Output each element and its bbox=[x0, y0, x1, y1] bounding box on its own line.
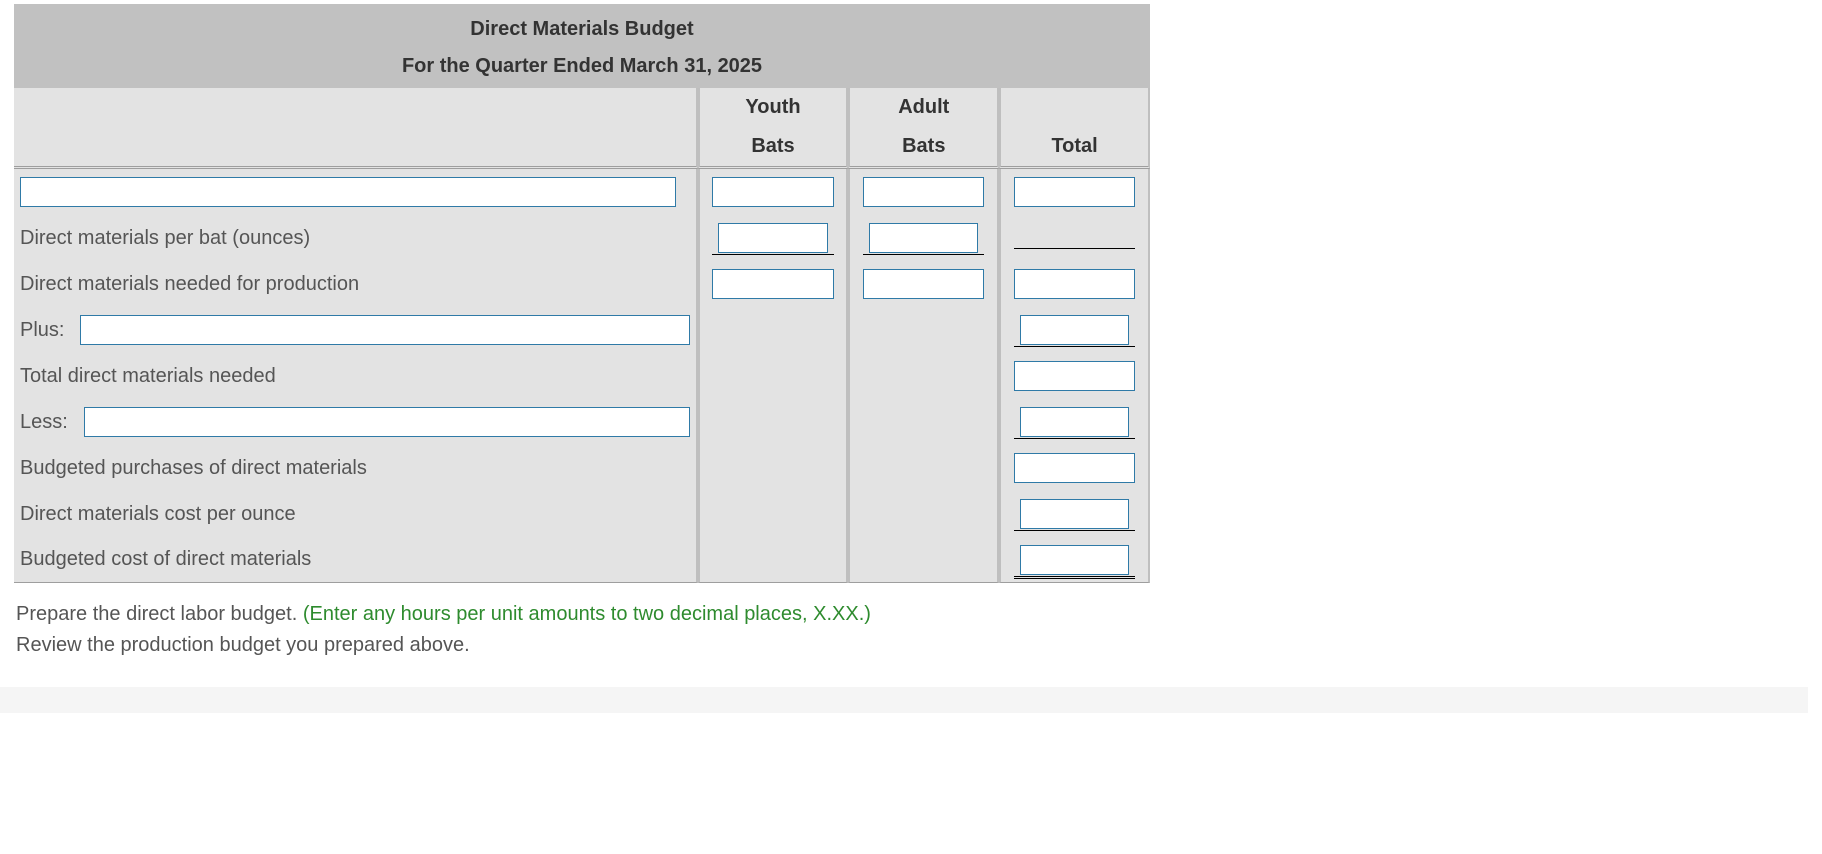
row7-total-input[interactable] bbox=[1014, 453, 1135, 483]
row4-prefix: Plus: bbox=[20, 319, 64, 342]
colhead-adult-2: Bats bbox=[848, 127, 999, 169]
row1-youth-input[interactable] bbox=[712, 177, 833, 207]
colhead-blank bbox=[14, 88, 698, 127]
instructions-block: Prepare the direct labor budget. (Enter … bbox=[14, 603, 1150, 657]
row9-total-input[interactable] bbox=[1020, 545, 1129, 575]
colhead-adult-1: Adult bbox=[848, 88, 999, 127]
row6-total-input[interactable] bbox=[1020, 407, 1129, 437]
row3-adult-input[interactable] bbox=[863, 269, 984, 299]
row1-total-input[interactable] bbox=[1014, 177, 1135, 207]
row8-total-input[interactable] bbox=[1020, 499, 1129, 529]
budget-subtitle: For the Quarter Ended March 31, 2025 bbox=[14, 49, 1150, 88]
footer-bar bbox=[0, 687, 1808, 713]
row7-label: Budgeted purchases of direct materials bbox=[14, 445, 698, 491]
row3-label: Direct materials needed for production bbox=[14, 261, 698, 307]
row9-label: Budgeted cost of direct materials bbox=[14, 537, 698, 583]
instruction-line1-hint: (Enter any hours per unit amounts to two… bbox=[303, 603, 871, 625]
instruction-line2: Review the production budget you prepare… bbox=[16, 634, 1150, 657]
row1-label-input[interactable] bbox=[20, 177, 676, 207]
row6-label-input[interactable] bbox=[84, 407, 690, 437]
row2-label: Direct materials per bat (ounces) bbox=[14, 215, 698, 261]
budget-title: Direct Materials Budget bbox=[14, 4, 1150, 49]
row3-total-input[interactable] bbox=[1014, 269, 1135, 299]
instruction-line1-text: Prepare the direct labor budget. bbox=[16, 603, 303, 625]
row2-total-rule bbox=[1014, 221, 1135, 249]
direct-materials-budget-table: Direct Materials Budget For the Quarter … bbox=[14, 4, 1150, 583]
row1-adult-input[interactable] bbox=[863, 177, 984, 207]
row4-total-input[interactable] bbox=[1020, 315, 1129, 345]
row4-label-input[interactable] bbox=[80, 315, 689, 345]
colhead-total-2: Total bbox=[999, 127, 1150, 169]
row2-youth-input[interactable] bbox=[718, 223, 827, 253]
row5-total-input[interactable] bbox=[1014, 361, 1135, 391]
colhead-blank-2 bbox=[14, 127, 698, 169]
row5-label: Total direct materials needed bbox=[14, 353, 698, 399]
colhead-youth-2: Bats bbox=[698, 127, 849, 169]
row3-youth-input[interactable] bbox=[712, 269, 833, 299]
row6-prefix: Less: bbox=[20, 411, 68, 434]
row2-adult-input[interactable] bbox=[869, 223, 978, 253]
colhead-total-1 bbox=[999, 88, 1150, 127]
colhead-youth-1: Youth bbox=[698, 88, 849, 127]
row8-label: Direct materials cost per ounce bbox=[14, 491, 698, 537]
